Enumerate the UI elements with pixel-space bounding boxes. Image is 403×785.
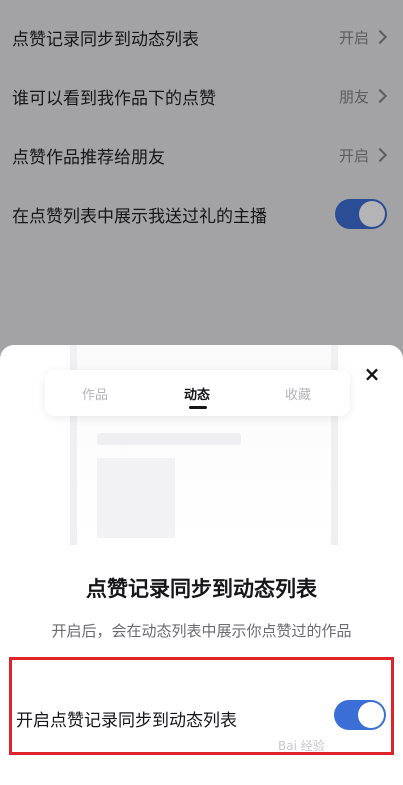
setting-label: 点赞作品推荐给朋友 <box>12 147 165 168</box>
setting-row-recommend-likes[interactable]: 点赞作品推荐给朋友 开启 <box>0 126 403 184</box>
setting-value: 开启 <box>338 28 369 47</box>
toggle-knob <box>358 702 384 728</box>
tab-activity: 动态 <box>184 388 211 403</box>
settings-list: 点赞记录同步到动态列表 开启 谁可以看到我作品下的点赞 朋友 点赞作品推荐给朋友… <box>0 0 403 345</box>
preview-placeholder-line <box>97 433 241 445</box>
chevron-right-icon <box>372 147 388 163</box>
close-icon[interactable]: × <box>361 363 383 385</box>
chevron-right-icon <box>372 88 388 104</box>
bottom-sheet: 作品 动态 收藏 × 点赞记录同步到动态列表 开启后，会在动态列表中展示你点赞过… <box>0 345 403 785</box>
setting-row-who-can-see-likes[interactable]: 谁可以看到我作品下的点赞 朋友 <box>0 67 403 125</box>
setting-value: 朋友 <box>338 87 369 106</box>
preview-placeholder-box <box>97 458 175 538</box>
setting-value: 开启 <box>338 146 369 165</box>
sync-likes-switch-label: 开启点赞记录同步到动态列表 <box>16 711 237 731</box>
tab-favorites: 收藏 <box>285 388 312 403</box>
tab-works: 作品 <box>82 388 109 403</box>
active-tab-indicator <box>189 406 207 409</box>
toggle-knob <box>359 201 385 227</box>
sync-likes-toggle[interactable] <box>334 700 386 730</box>
setting-row-show-gifted-streamers: 在点赞列表中展示我送过礼的主播 <box>0 185 403 243</box>
sheet-title: 点赞记录同步到动态列表 <box>86 577 317 601</box>
setting-label: 在点赞列表中展示我送过礼的主播 <box>12 206 267 227</box>
setting-label: 谁可以看到我作品下的点赞 <box>12 88 216 109</box>
watermark: Bai 经验 <box>278 739 325 753</box>
sheet-description: 开启后，会在动态列表中展示你点赞过的作品 <box>51 622 352 640</box>
chevron-right-icon <box>372 29 388 45</box>
preview-tab-bar: 作品 动态 收藏 <box>45 370 350 416</box>
setting-label: 点赞记录同步到动态列表 <box>12 29 199 50</box>
setting-row-sync-likes[interactable]: 点赞记录同步到动态列表 开启 <box>0 8 403 66</box>
show-gifted-streamers-toggle[interactable] <box>335 199 387 229</box>
